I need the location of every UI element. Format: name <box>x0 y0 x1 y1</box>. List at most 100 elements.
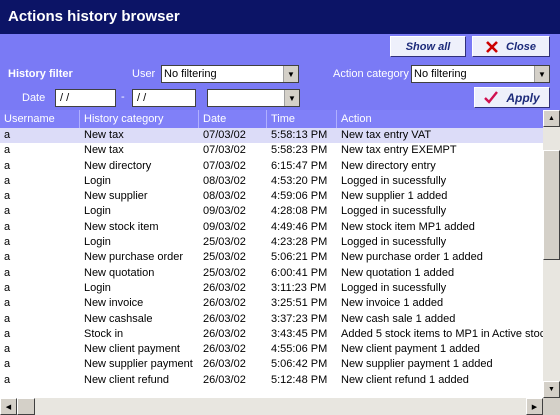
cell-username: a <box>4 297 11 310</box>
table-row[interactable]: a New supplier 08/03/02 4:59:06 PM New suppl… <box>0 189 543 204</box>
table-row[interactable]: a Stock in 26/03/02 3:43:45 PM Added 5 stock… <box>0 327 543 342</box>
cell-history-category: Login <box>84 205 111 218</box>
scroll-down-icon[interactable]: ▼ <box>543 381 560 398</box>
cell-time: 4:53:20 PM <box>271 174 328 187</box>
column-header-action[interactable]: Action <box>337 110 543 128</box>
cell-username: a <box>4 312 11 325</box>
date-mode-select[interactable]: ▼ <box>207 89 300 107</box>
cell-time: 3:25:51 PM <box>271 297 328 310</box>
vertical-scrollbar[interactable]: ▲ ▼ <box>543 110 560 398</box>
cell-date: 07/03/02 <box>203 129 246 141</box>
table-row[interactable]: a New tax 07/03/02 5:58:23 PM New tax entry … <box>0 143 543 158</box>
show-all-label: Show all <box>405 40 451 53</box>
cell-date: 09/03/02 <box>203 205 246 218</box>
date-to-field[interactable]: / / <box>132 89 196 107</box>
table-row[interactable]: a New stock item 09/03/02 4:49:46 PM New sto… <box>0 220 543 235</box>
history-table: Username History category Date Time Acti… <box>0 110 560 415</box>
chevron-down-icon[interactable]: ▼ <box>283 66 298 82</box>
cell-date: 26/03/02 <box>203 312 246 325</box>
cell-date: 25/03/02 <box>203 266 246 279</box>
cell-history-category: Login <box>84 174 111 187</box>
cell-action: Logged in sucessfully <box>341 236 447 249</box>
cell-username: a <box>4 159 11 172</box>
action-category-select[interactable]: No filtering ▼ <box>411 65 550 83</box>
cell-username: a <box>4 373 11 386</box>
cell-date: 26/03/02 <box>203 343 246 356</box>
cell-date: 26/03/02 <box>203 358 246 371</box>
column-header-date[interactable]: Date <box>199 110 267 128</box>
table-row[interactable]: a New purchase order 25/03/02 5:06:21 PM New… <box>0 250 543 265</box>
apply-label: Apply <box>506 90 540 105</box>
user-label: User <box>132 68 156 80</box>
cell-history-category: New directory <box>84 159 152 172</box>
horizontal-scrollbar[interactable]: ◀ ▶ <box>0 398 543 415</box>
cell-username: a <box>4 190 11 203</box>
cell-action: Logged in sucessfully <box>341 205 447 218</box>
cell-username: a <box>4 174 11 187</box>
cell-history-category: New supplier payment <box>84 358 193 371</box>
cell-action: New supplier 1 added <box>341 190 448 203</box>
table-row[interactable]: a New client payment 26/03/02 4:55:06 PM New… <box>0 342 543 357</box>
action-category-value: No filtering <box>414 68 467 80</box>
scroll-right-icon[interactable]: ▶ <box>526 398 543 415</box>
cell-username: a <box>4 251 11 264</box>
cell-history-category: New cashsale <box>84 312 153 325</box>
cell-date: 26/03/02 <box>203 327 246 340</box>
cell-time: 3:11:23 PM <box>271 281 327 294</box>
cell-time: 3:37:23 PM <box>271 312 328 325</box>
cell-username: a <box>4 144 11 157</box>
cell-time: 4:49:46 PM <box>271 220 328 233</box>
table-row[interactable]: a New directory 07/03/02 6:15:47 PM New dire… <box>0 159 543 174</box>
cell-action: New invoice 1 added <box>341 297 444 310</box>
table-row[interactable]: a New quotation 25/03/02 6:00:41 PM New quot… <box>0 266 543 281</box>
column-header-username[interactable]: Username <box>0 110 80 128</box>
chevron-down-icon[interactable]: ▼ <box>534 66 549 82</box>
chevron-down-icon[interactable]: ▼ <box>284 90 299 106</box>
column-header-time[interactable]: Time <box>267 110 337 128</box>
scroll-left-icon[interactable]: ◀ <box>0 398 17 415</box>
show-all-button[interactable]: Show all <box>390 36 466 57</box>
cell-date: 07/03/02 <box>203 159 246 172</box>
user-select[interactable]: No filtering ▼ <box>161 65 299 83</box>
table-row[interactable]: a Login 09/03/02 4:28:08 PM Logged in sucess… <box>0 204 543 219</box>
table-row[interactable]: a New supplier payment 26/03/02 5:06:42 PM N… <box>0 357 543 372</box>
cell-time: 6:15:47 PM <box>271 159 328 172</box>
date-label: Date <box>22 92 46 104</box>
column-header-history-category[interactable]: History category <box>80 110 199 128</box>
cell-time: 5:06:42 PM <box>271 358 328 371</box>
cell-history-category: Login <box>84 236 111 249</box>
cell-history-category: New client refund <box>84 373 169 386</box>
cell-action: New stock item MP1 added <box>341 220 475 233</box>
scroll-up-icon[interactable]: ▲ <box>543 110 560 127</box>
cell-action: New directory entry <box>341 159 436 172</box>
cell-action: New purchase order 1 added <box>341 251 483 264</box>
close-button[interactable]: Close <box>472 36 550 57</box>
vertical-scroll-thumb[interactable] <box>543 150 560 260</box>
history-filter-title: History filter <box>8 68 73 80</box>
cell-action: Added 5 stock items to MP1 in Active sto… <box>341 327 543 340</box>
table-row[interactable]: a New invoice 26/03/02 3:25:51 PM New invoic… <box>0 296 543 311</box>
apply-button[interactable]: Apply <box>474 87 550 108</box>
cell-username: a <box>4 129 11 141</box>
table-row[interactable]: a Login 25/03/02 4:23:28 PM Logged in sucess… <box>0 235 543 250</box>
cell-time: 6:00:41 PM <box>271 266 328 279</box>
table-row[interactable]: a Login 26/03/02 3:11:23 PM Logged in sucess… <box>0 281 543 296</box>
cell-action: New client refund 1 added <box>341 373 469 386</box>
cell-date: 08/03/02 <box>203 174 246 187</box>
table-row[interactable]: a Login 08/03/02 4:53:20 PM Logged in sucess… <box>0 174 543 189</box>
cell-history-category: Stock in <box>84 327 124 340</box>
close-icon <box>486 40 498 53</box>
scroll-corner <box>543 398 560 415</box>
cell-username: a <box>4 266 11 279</box>
cell-action: New quotation 1 added <box>341 266 455 279</box>
table-row[interactable]: a New tax 07/03/02 5:58:13 PM New tax entry … <box>0 128 543 144</box>
horizontal-scroll-thumb[interactable] <box>17 398 35 415</box>
table-row[interactable]: a New cashsale 26/03/02 3:37:23 PM New cash … <box>0 312 543 327</box>
cell-history-category: New tax <box>84 144 124 157</box>
cell-history-category: Login <box>84 281 111 294</box>
cell-username: a <box>4 343 11 356</box>
table-header: Username History category Date Time Acti… <box>0 110 543 128</box>
table-row[interactable]: a New client refund 26/03/02 5:12:48 PM New … <box>0 373 543 388</box>
date-from-field[interactable]: / / <box>55 89 116 107</box>
cell-history-category: New supplier <box>84 190 148 203</box>
